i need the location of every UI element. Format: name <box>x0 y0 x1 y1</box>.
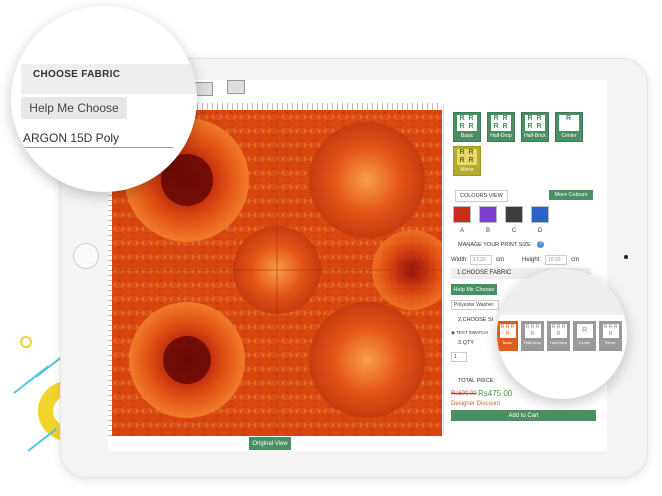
decor-small-ring <box>20 336 32 348</box>
repeat-icon: R R R R <box>457 115 477 131</box>
decor-line <box>27 428 57 452</box>
original-view-button[interactable]: Original View <box>249 437 291 450</box>
home-button[interactable] <box>73 243 99 269</box>
repeat-icon: R R R R <box>525 115 545 131</box>
choose-size-title: 2.CHOOSE SI <box>458 317 494 323</box>
colour-swatch-a[interactable] <box>453 206 471 223</box>
qty-title: 3.QTY <box>458 340 474 346</box>
zoom-repeat-half-drop[interactable]: R R R R Half-Drop <box>521 321 544 351</box>
repeat-icon: R R R R <box>602 324 619 338</box>
total-price-label: TOTAL PRICE: <box>458 378 495 384</box>
repeat-half-brick-button[interactable]: R R R R Half-Brick <box>521 112 549 142</box>
add-to-cart-button[interactable]: Add to Cart <box>451 410 596 421</box>
thumbnail[interactable] <box>227 80 245 94</box>
repeat-icon: R <box>576 324 593 338</box>
repeat-icon: R R R R <box>457 149 477 165</box>
zoom-fabric-title: CHOOSE FABRIC <box>33 69 121 80</box>
info-icon[interactable]: ? <box>537 241 544 248</box>
height-label: Height: <box>522 257 542 263</box>
qty-input[interactable]: 1 <box>451 352 467 362</box>
print-size-title: MANAGE YOUR PRINT SIZE <box>458 242 531 248</box>
fabric-select[interactable]: Polyester Washer <box>451 300 499 310</box>
swatch-label: B <box>485 228 490 234</box>
zoom-repeat-mirror[interactable]: R R R R Mirror <box>599 321 622 351</box>
zoom-repeat-half-brick[interactable]: R R R R Half-Brick <box>547 321 570 351</box>
new-price: Rs475.00 <box>478 389 513 398</box>
swatch-label: D <box>537 228 543 234</box>
help-me-choose-button[interactable]: Help Me Choose <box>451 284 497 295</box>
width-unit: cm <box>496 257 504 263</box>
repeat-icon: R R R R <box>524 324 541 338</box>
swatch-label: C <box>511 228 517 234</box>
test-swatch-option[interactable]: ◉ TEST SWATCH <box>451 330 488 336</box>
height-input[interactable]: 10.00 <box>545 255 567 265</box>
repeat-half-drop-button[interactable]: R R R R Half-Drop <box>487 112 515 142</box>
repeat-icon: R <box>559 115 579 131</box>
thumbnail[interactable] <box>195 82 213 96</box>
height-unit: cm <box>571 257 579 263</box>
zoom-repeat-callout: R R R R Basic R R R R Half-Drop R R R R … <box>497 269 627 399</box>
repeat-icon: R R R R <box>499 324 516 338</box>
repeat-basic-button[interactable]: R R R R Basic <box>453 112 481 142</box>
swatch-label: A <box>459 228 464 234</box>
designer-discount: Designer Discount <box>451 401 501 407</box>
colour-swatch-d[interactable] <box>531 206 549 223</box>
zoom-fabric-select[interactable]: ARGON 15D Poly <box>23 131 173 148</box>
repeat-mirror-button[interactable]: R R R R Mirror <box>453 146 481 176</box>
zoom-repeat-bg <box>497 269 627 315</box>
zoom-fabric-callout: CHOOSE FABRIC Help Me Choose ARGON 15D P… <box>11 6 197 192</box>
colours-view-title: COLOURS VIEW <box>455 190 508 202</box>
repeat-icon: R R R R <box>550 324 567 338</box>
zoom-repeat-basic[interactable]: R R R R Basic <box>497 321 518 351</box>
colour-swatch-c[interactable] <box>505 206 523 223</box>
colour-swatch-b[interactable] <box>479 206 497 223</box>
camera-dot <box>624 255 628 259</box>
zoom-repeat-center[interactable]: R Center <box>573 321 596 351</box>
width-label: Width: <box>451 257 469 263</box>
width-input[interactable]: 13.33 <box>470 255 492 265</box>
old-price: Rs500.00 <box>451 391 477 397</box>
zoom-help-button[interactable]: Help Me Choose <box>21 97 127 119</box>
decor-line <box>35 356 62 378</box>
more-colours-button[interactable]: More Colours <box>549 190 593 200</box>
repeat-icon: R R R R <box>491 115 511 131</box>
repeat-center-button[interactable]: R Center <box>555 112 583 142</box>
